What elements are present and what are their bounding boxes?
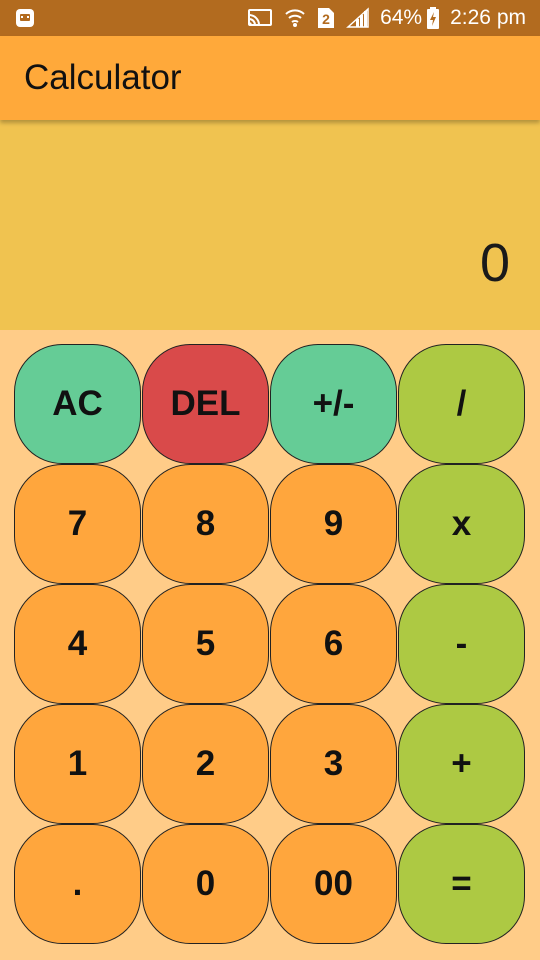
signal-icon xyxy=(346,7,370,29)
keypad: AC DEL +/-/7 8 9 x 4 5 6-1 2 3 +. 0 00 = xyxy=(14,344,526,944)
digit-7-button[interactable]: 7 xyxy=(14,464,141,584)
sim-icon: 2 xyxy=(316,6,336,30)
display-value: 0 xyxy=(479,233,510,293)
digit-0-button[interactable]: 0 xyxy=(142,824,269,944)
battery-percent: 64% xyxy=(380,6,423,29)
toggle-sign-button[interactable]: +/- xyxy=(270,344,397,464)
app-bar: Calculator xyxy=(0,36,540,120)
decimal-button[interactable]: . xyxy=(14,824,141,944)
clock-time: 2:26 pm xyxy=(450,6,526,29)
add-button[interactable]: + xyxy=(398,704,525,824)
equals-button[interactable]: = xyxy=(398,824,525,944)
double-zero-button[interactable]: 00 xyxy=(270,824,397,944)
clear-all-button[interactable]: AC xyxy=(14,344,141,464)
wifi-icon xyxy=(284,6,306,30)
digit-4-button[interactable]: 4 xyxy=(14,584,141,704)
app-title: Calculator xyxy=(24,58,182,97)
divide-button[interactable]: / xyxy=(398,344,525,464)
sim-slot-number: 2 xyxy=(322,11,330,27)
digit-2-button[interactable]: 2 xyxy=(142,704,269,824)
subtract-button[interactable]: - xyxy=(398,584,525,704)
digit-3-button[interactable]: 3 xyxy=(270,704,397,824)
battery-charging-icon xyxy=(426,6,440,30)
multiply-button[interactable]: x xyxy=(398,464,525,584)
digit-8-button[interactable]: 8 xyxy=(142,464,269,584)
status-bar: 2 64% 2:26 pm xyxy=(0,0,540,36)
app-notification-icon xyxy=(14,7,36,35)
digit-6-button[interactable]: 6 xyxy=(270,584,397,704)
result-display: 0 xyxy=(0,120,540,330)
delete-button[interactable]: DEL xyxy=(142,344,269,464)
digit-5-button[interactable]: 5 xyxy=(142,584,269,704)
cast-icon xyxy=(246,7,274,29)
digit-1-button[interactable]: 1 xyxy=(14,704,141,824)
digit-9-button[interactable]: 9 xyxy=(270,464,397,584)
